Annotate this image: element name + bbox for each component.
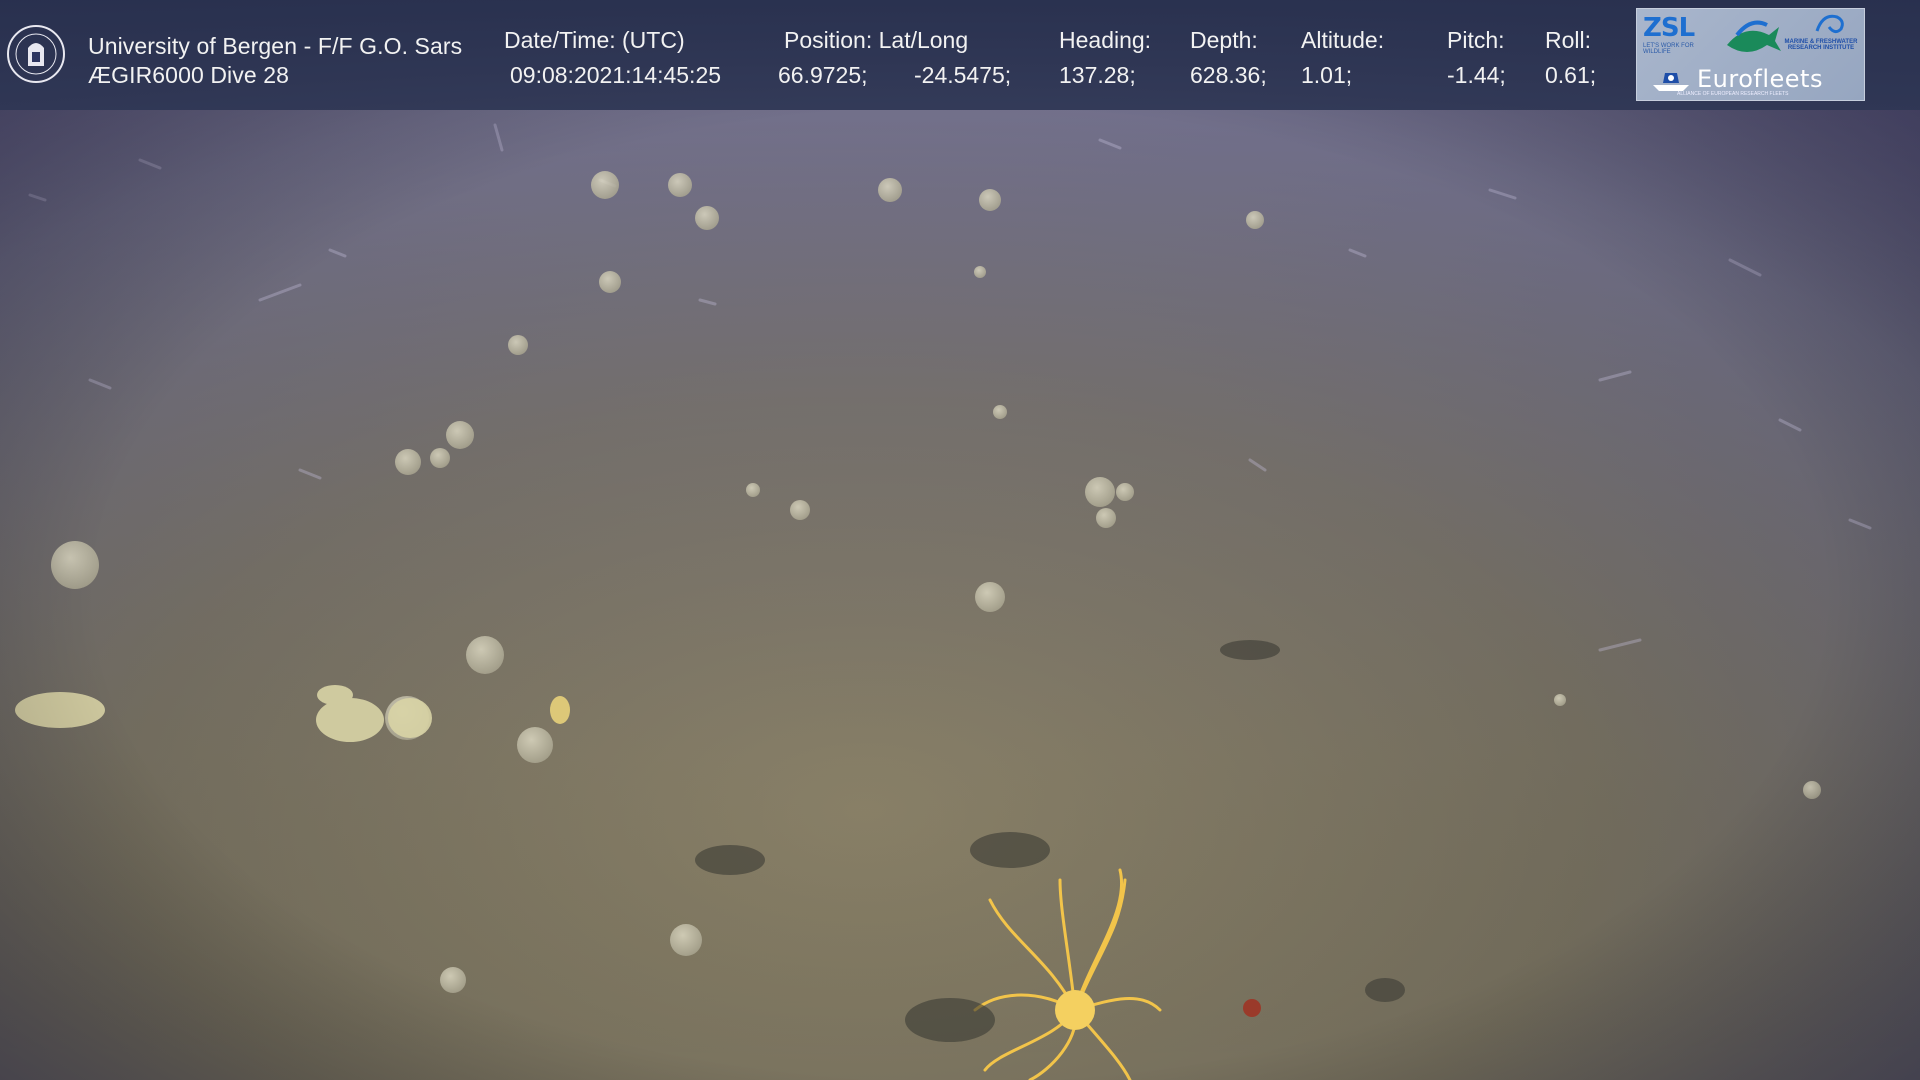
institution-name: University of Bergen - F/F G.O. Sars: [88, 33, 463, 59]
longitude-value: -24.5475;: [914, 62, 1012, 88]
altitude-value: 1.01;: [1301, 62, 1353, 88]
altitude-label: Altitude:: [1301, 27, 1385, 53]
mri-wave-icon: [1815, 14, 1844, 34]
depth-value: 628.36;: [1190, 62, 1267, 88]
eurofleets-logo: Eurofleets: [1697, 65, 1823, 93]
zsl-logo-subtitle: LET'S WORK FOR WILDLIFE: [1643, 43, 1694, 55]
depth-label: Depth:: [1190, 27, 1258, 53]
roll-label: Roll:: [1545, 27, 1592, 53]
sponsor-logos: ZSL LET'S WORK FOR WILDLIFE MARINE & FRE…: [1636, 8, 1865, 101]
dive-name: ÆGIR6000 Dive 28: [88, 62, 290, 88]
latitude-value: 66.9725;: [778, 62, 868, 88]
pitch-value: -1.44;: [1447, 62, 1506, 88]
eurofleets-tagline: ALLIANCE OF EUROPEAN RESEARCH FLEETS: [1677, 91, 1789, 97]
rov-camera-frame: University of Bergen - F/F G.O. Sars ÆGI…: [0, 0, 1920, 1080]
pitch-label: Pitch:: [1447, 27, 1505, 53]
mri-logo: MARINE & FRESHWATER RESEARCH INSTITUTE: [1784, 39, 1858, 51]
roll-value: 0.61;: [1545, 62, 1597, 88]
heading-value: 137.28;: [1059, 62, 1136, 88]
telemetry-overlay: University of Bergen - F/F G.O. Sars ÆGI…: [0, 0, 1920, 110]
seafloor-scene: [0, 0, 1920, 1080]
datetime-value: 09:08:2021:14:45:25: [510, 62, 722, 88]
datetime-label: Date/Time: (UTC): [504, 27, 685, 53]
heading-label: Heading:: [1059, 27, 1152, 53]
zsl-logo: ZSL: [1643, 13, 1695, 43]
eurofleets-ship-icon: [1653, 73, 1689, 91]
university-seal-icon: [7, 25, 65, 83]
mri-fish-icon: [1727, 20, 1781, 52]
position-label: Position: Lat/Long: [784, 27, 969, 53]
